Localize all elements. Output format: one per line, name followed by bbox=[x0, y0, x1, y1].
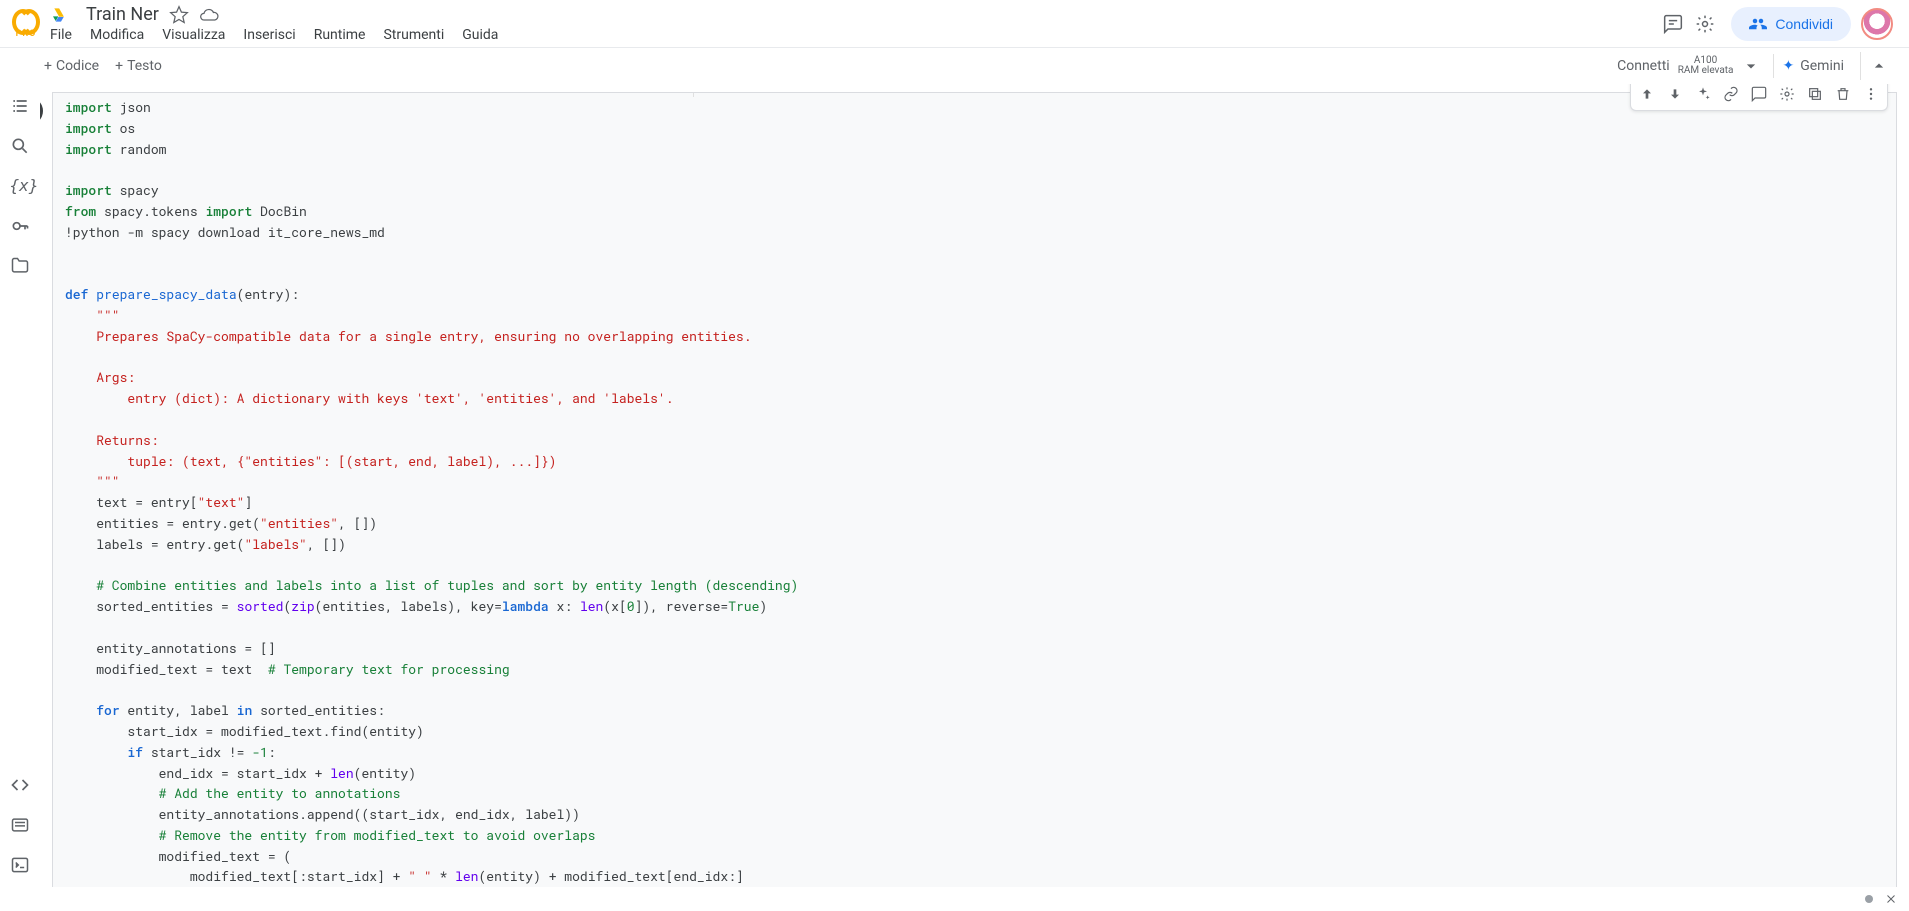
cloud-saved-icon[interactable] bbox=[199, 5, 219, 25]
connect-button[interactable]: Connetti A100 RAM elevata bbox=[1617, 56, 1761, 76]
kernel-status-dot bbox=[1865, 895, 1873, 903]
run-cell-button[interactable] bbox=[40, 97, 43, 125]
notebook-area[interactable]: import json import os import random impo… bbox=[40, 84, 1909, 887]
menu-strumenti[interactable]: Strumenti bbox=[383, 27, 444, 43]
account-avatar[interactable] bbox=[1861, 8, 1893, 40]
header-bar: PRO Train Ner File Modifica Visualizza Inse… bbox=[0, 0, 1909, 48]
notebook-toolbar: +Codice +Testo Connetti A100 RAM elevata… bbox=[0, 48, 1909, 84]
cell-link-button[interactable] bbox=[1717, 84, 1745, 108]
add-text-cell-button[interactable]: +Testo bbox=[115, 58, 162, 74]
code-snippets-icon[interactable] bbox=[10, 775, 30, 795]
runtime-type-indicator: A100 RAM elevata bbox=[1678, 56, 1734, 76]
menu-bar: File Modifica Visualizza Inserisci Runtime St… bbox=[50, 27, 498, 43]
cell-comment-button[interactable] bbox=[1745, 84, 1773, 108]
menu-runtime[interactable]: Runtime bbox=[314, 27, 366, 43]
menu-inserisci[interactable]: Inserisci bbox=[243, 27, 295, 43]
settings-button[interactable] bbox=[1689, 8, 1721, 40]
colab-logo[interactable]: PRO bbox=[12, 9, 40, 39]
variables-icon[interactable]: {x} bbox=[10, 176, 30, 196]
doc-title[interactable]: Train Ner bbox=[86, 4, 159, 25]
toc-icon[interactable] bbox=[10, 96, 30, 116]
share-button[interactable]: Condividi bbox=[1731, 7, 1851, 41]
people-icon bbox=[1749, 15, 1767, 33]
generate-with-ai-button[interactable] bbox=[1689, 84, 1717, 108]
code-cell[interactable]: import json import os import random impo… bbox=[52, 92, 1897, 887]
terminal-icon[interactable] bbox=[10, 855, 30, 875]
left-sidebar: {x} bbox=[0, 84, 40, 887]
comments-button[interactable] bbox=[1657, 8, 1689, 40]
close-panel-icon[interactable] bbox=[1885, 893, 1897, 905]
cell-mirror-button[interactable] bbox=[1801, 84, 1829, 108]
gemini-button[interactable]: ✦ Gemini bbox=[1773, 54, 1852, 78]
cell-settings-button[interactable] bbox=[1773, 84, 1801, 108]
status-bar bbox=[0, 887, 1909, 911]
add-code-cell-button[interactable]: +Codice bbox=[44, 58, 99, 74]
cell-toolbar bbox=[1630, 84, 1888, 111]
secrets-icon[interactable] bbox=[10, 216, 30, 236]
collapse-toolbar-button[interactable] bbox=[1860, 52, 1897, 80]
code-editor[interactable]: import json import os import random impo… bbox=[53, 93, 1896, 887]
move-cell-down-button[interactable] bbox=[1661, 84, 1689, 108]
search-icon[interactable] bbox=[10, 136, 30, 156]
cell-more-button[interactable] bbox=[1857, 84, 1885, 108]
files-icon[interactable] bbox=[10, 256, 30, 276]
share-label: Condividi bbox=[1775, 16, 1833, 32]
move-cell-up-button[interactable] bbox=[1633, 84, 1661, 108]
star-icon[interactable] bbox=[169, 5, 189, 25]
menu-visualizza[interactable]: Visualizza bbox=[162, 27, 225, 43]
connect-dropdown-icon[interactable] bbox=[1741, 56, 1761, 76]
delete-cell-button[interactable] bbox=[1829, 84, 1857, 108]
sparkle-icon: ✦ bbox=[1782, 58, 1794, 74]
menu-guida[interactable]: Guida bbox=[462, 27, 498, 43]
drive-icon bbox=[50, 7, 68, 23]
menu-modifica[interactable]: Modifica bbox=[90, 27, 144, 43]
menu-file[interactable]: File bbox=[50, 27, 72, 43]
command-palette-icon[interactable] bbox=[10, 815, 30, 835]
